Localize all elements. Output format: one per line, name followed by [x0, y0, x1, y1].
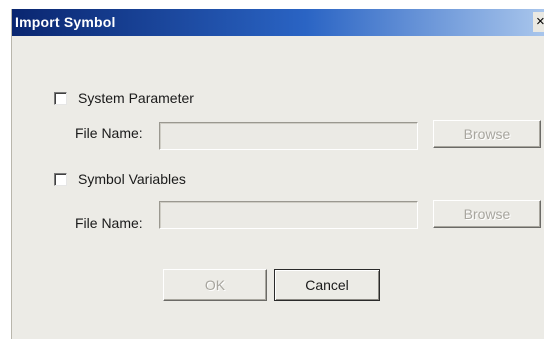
- import-symbol-dialog: Import Symbol × System Parameter File Na…: [11, 9, 544, 339]
- close-icon: ×: [536, 13, 544, 30]
- browse-button-label: Browse: [463, 126, 511, 142]
- system-parameter-label: System Parameter: [78, 90, 194, 106]
- symbol-variables-file-name-label: File Name:: [75, 215, 143, 231]
- cancel-button[interactable]: Cancel: [274, 269, 380, 301]
- system-parameter-file-name-field[interactable]: [159, 122, 418, 150]
- symbol-variables-label: Symbol Variables: [78, 171, 186, 187]
- system-parameter-file-name-label: File Name:: [75, 125, 143, 141]
- symbol-variables-browse-button[interactable]: Browse: [433, 200, 541, 228]
- title-bar[interactable]: Import Symbol ×: [12, 9, 544, 36]
- dialog-title: Import Symbol: [15, 14, 116, 30]
- system-parameter-checkbox[interactable]: [54, 92, 67, 105]
- ok-button[interactable]: OK: [163, 269, 267, 301]
- browse-button-label: Browse: [463, 206, 511, 222]
- symbol-variables-file-name-field[interactable]: [159, 201, 418, 229]
- cancel-button-label: Cancel: [305, 277, 349, 293]
- ok-button-label: OK: [204, 277, 226, 293]
- system-parameter-browse-button[interactable]: Browse: [433, 120, 541, 148]
- close-button[interactable]: ×: [533, 12, 544, 32]
- symbol-variables-checkbox[interactable]: [54, 173, 67, 186]
